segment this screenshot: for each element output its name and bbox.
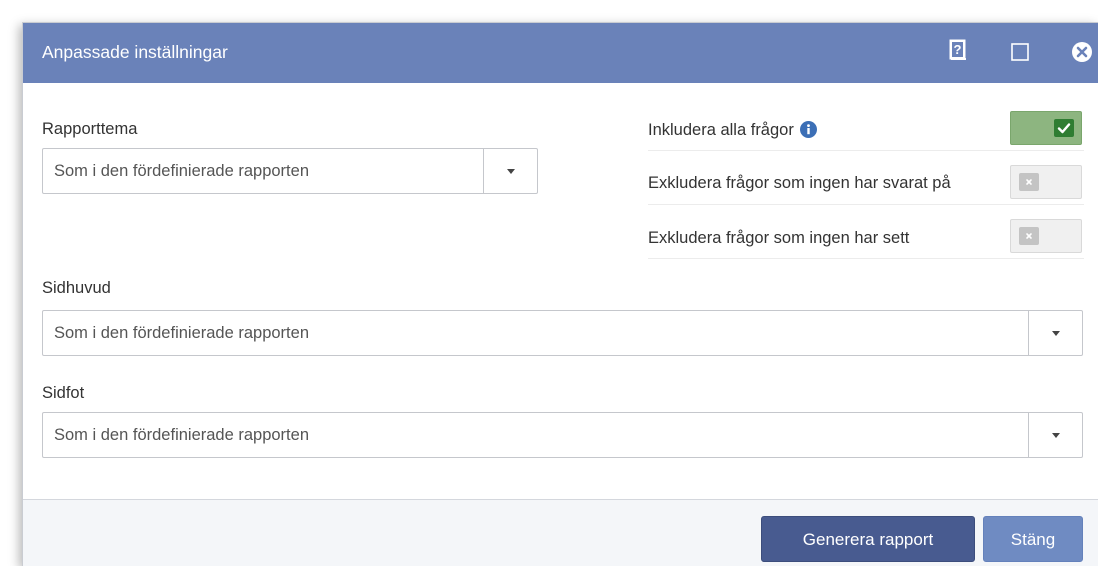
- theme-label: Rapporttema: [42, 120, 138, 138]
- option-exclude-unanswered-label: Exkludera frågor som ingen har svarat på: [648, 174, 951, 192]
- footer-select-value: Som i den fördefinierade rapporten: [54, 426, 309, 444]
- close-button[interactable]: Stäng: [983, 516, 1083, 562]
- header-select[interactable]: Som i den fördefinierade rapporten: [42, 310, 1083, 356]
- close-icon[interactable]: [1071, 41, 1093, 68]
- exclude-unanswered-toggle[interactable]: [1010, 165, 1082, 199]
- option-divider: [648, 150, 1084, 151]
- theme-select-value: Som i den fördefinierade rapporten: [54, 162, 309, 180]
- footer-label: Sidfot: [42, 384, 85, 402]
- dialog-footer: Generera rapport Stäng: [23, 499, 1098, 566]
- chevron-down-icon[interactable]: [1028, 413, 1082, 457]
- exclude-unseen-toggle[interactable]: [1010, 219, 1082, 253]
- chevron-down-icon[interactable]: [1028, 311, 1082, 355]
- custom-settings-dialog: Anpassade inställningar ? Rapporttema So…: [22, 22, 1098, 566]
- option-include-all-label: Inkludera alla frågor: [648, 121, 794, 139]
- include-all-toggle[interactable]: [1010, 111, 1082, 145]
- chevron-down-icon[interactable]: [483, 149, 537, 193]
- x-icon: [1019, 227, 1039, 245]
- option-exclude-unseen-label: Exkludera frågor som ingen har sett: [648, 229, 910, 247]
- option-divider: [648, 258, 1084, 259]
- dialog-titlebar: Anpassade inställningar ?: [23, 23, 1098, 83]
- info-icon[interactable]: [799, 121, 817, 143]
- x-icon: [1019, 173, 1039, 191]
- maximize-icon[interactable]: [1011, 43, 1029, 66]
- svg-text:?: ?: [954, 42, 962, 57]
- generate-report-button[interactable]: Generera rapport: [761, 516, 975, 562]
- header-select-value: Som i den fördefinierade rapporten: [54, 324, 309, 342]
- option-divider: [648, 204, 1084, 205]
- footer-select[interactable]: Som i den fördefinierade rapporten: [42, 412, 1083, 458]
- header-label: Sidhuvud: [42, 279, 111, 297]
- check-icon: [1054, 119, 1074, 137]
- dialog-title: Anpassade inställningar: [42, 42, 228, 62]
- theme-select[interactable]: Som i den fördefinierade rapporten: [42, 148, 538, 194]
- help-icon[interactable]: ?: [949, 39, 967, 66]
